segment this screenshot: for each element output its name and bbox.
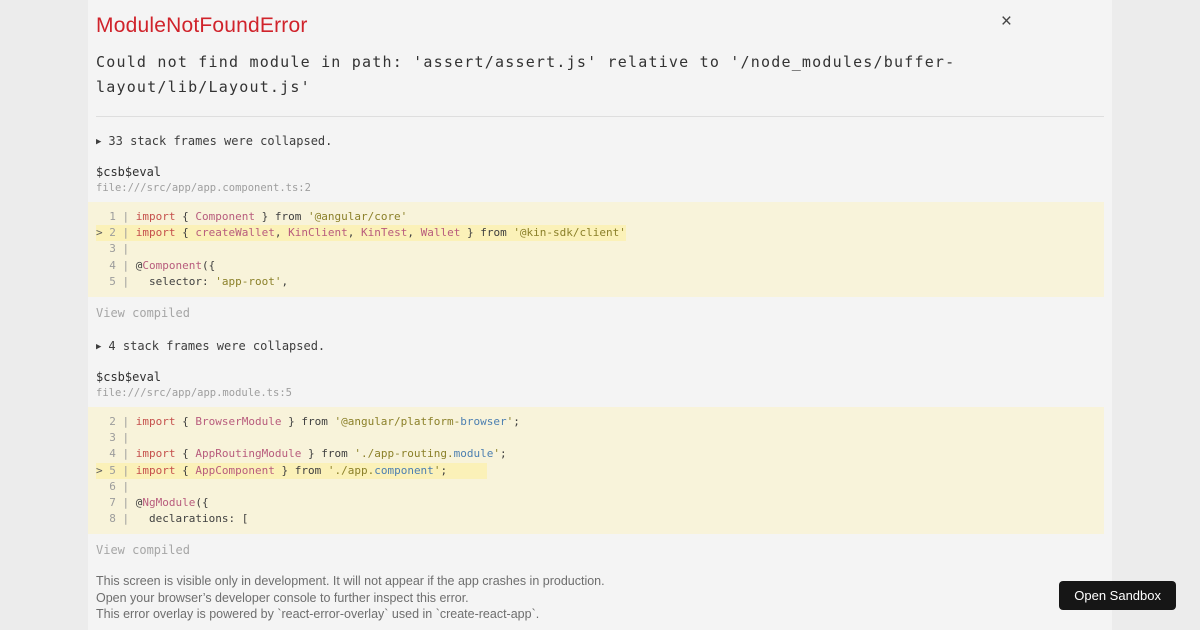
footer-note-console: Open your browser’s developer console to… [96,590,469,605]
code-line: > 2 | import { createWallet, KinClient, … [96,225,626,242]
stack-frame: $csb$eval file:///src/app/app.component.… [96,165,1104,194]
code-line: 5 | selector: 'app-root', [102,274,289,288]
close-icon: × [1000,11,1012,32]
code-line: 3 | [102,242,136,256]
collapsed-triangle-icon: ▶ [96,342,102,353]
footer-notes: This screen is visible only in developme… [96,573,956,623]
collapsed-frames-label: 4 stack frames were collapsed. [108,339,326,354]
collapsed-frames-toggle[interactable]: ▶ 33 stack frames were collapsed. [96,134,1104,148]
error-title: ModuleNotFoundError [96,14,308,37]
open-sandbox-button[interactable]: Open Sandbox [1059,581,1176,610]
view-compiled-link[interactable]: View compiled [96,306,1104,320]
code-line: 6 | [102,479,136,493]
code-line: 4 | import { AppRoutingModule } from './… [102,447,507,461]
footer-note-overlay: This error overlay is powered by `react-… [96,607,540,622]
view-compiled-link[interactable]: View compiled [96,543,1104,557]
page: { "overlay": { "title": "ModuleNotFoundE… [0,0,1200,630]
code-line: 4 | @Component({ [102,258,216,272]
code-block: 2 | import { BrowserModule } from '@angu… [88,407,1104,535]
frame-function: $csb$eval [96,370,162,385]
frame-function: $csb$eval [96,165,162,179]
error-overlay: × ModuleNotFoundError Could not find mod… [88,0,1112,630]
code-line: > 5 | import { AppComponent } from './ap… [96,462,487,479]
stack-frame: $csb$eval file:///src/app/app.module.ts:… [96,370,1104,399]
code-line: 2 | import { BrowserModule } from '@angu… [102,415,520,429]
frame-file-link[interactable]: file:///src/app/app.component.ts:2 [96,182,1104,194]
collapsed-frames-toggle[interactable]: ▶ 4 stack frames were collapsed. [96,339,1104,353]
code-line: 3 | [102,431,136,445]
frame-file-link[interactable]: file:///src/app/app.module.ts:5 [96,387,1104,399]
stack-section-2: ▶ 4 stack frames were collapsed. $csb$eva… [88,339,1104,557]
code-line: 1 | import { Component } from '@angular/… [102,210,408,223]
footer-note-dev: This screen is visible only in developme… [96,574,605,589]
collapsed-frames-label: 33 stack frames were collapsed. [108,134,333,148]
error-message: Could not find module in path: 'assert/a… [96,53,956,96]
stack-section-1: ▶ 33 stack frames were collapsed. $csb$ev… [88,134,1104,320]
code-block: 1 | import { Component } from '@angular/… [88,202,1104,298]
header-divider [96,116,1104,117]
collapsed-triangle-icon: ▶ [96,137,102,147]
code-line: 7 | @NgModule({ [102,496,209,510]
code-line: 8 | declarations: [ [102,512,249,526]
close-button[interactable]: × [1001,12,1012,31]
